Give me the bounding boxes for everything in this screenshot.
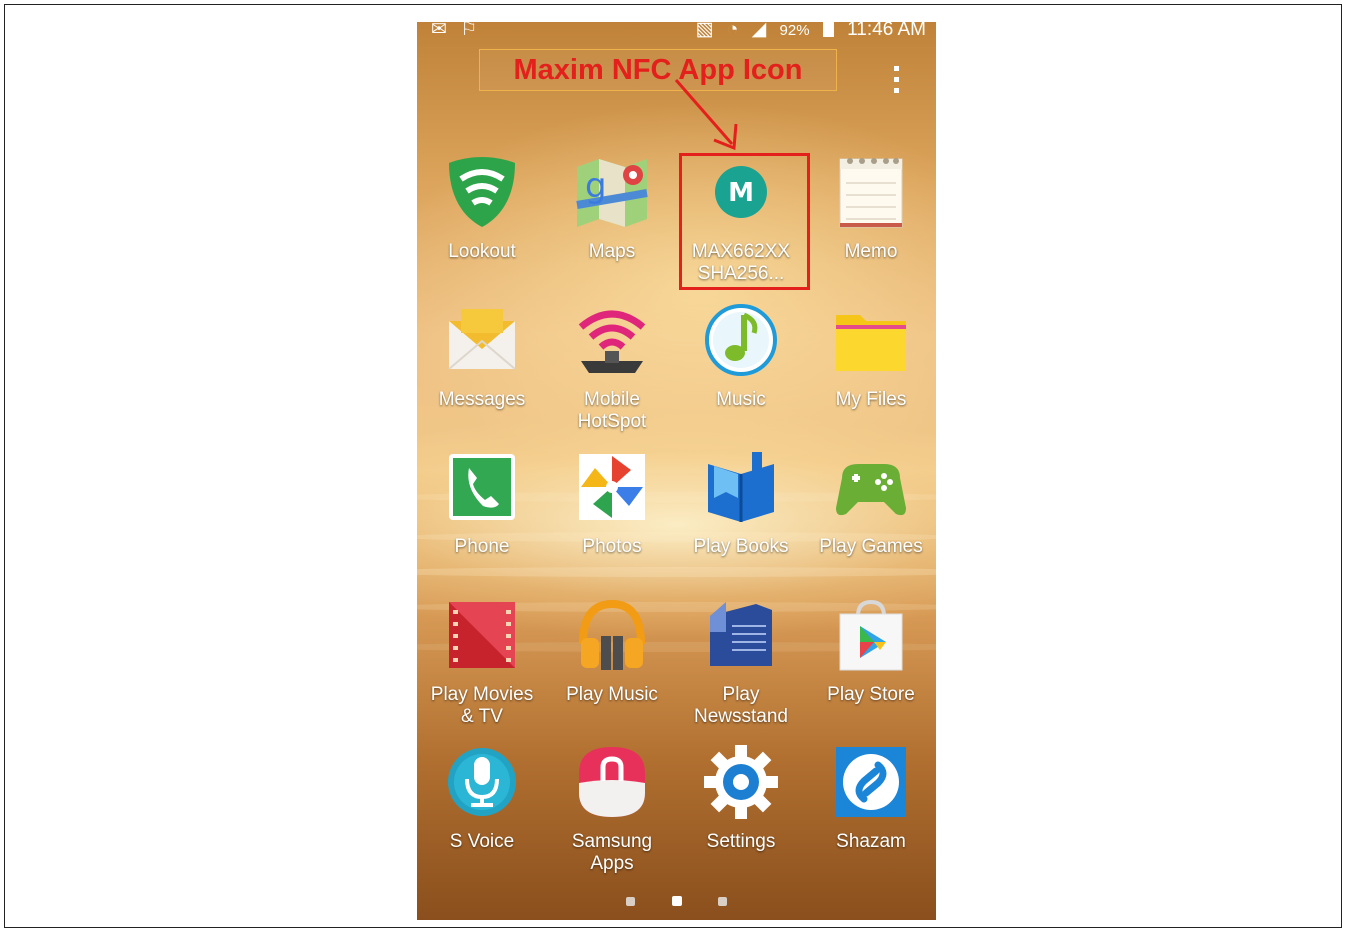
more-options-icon[interactable]	[891, 66, 901, 102]
wifi-icon: ◔	[726, 22, 739, 40]
hotspot-wifi-icon	[573, 301, 651, 379]
maps-icon: g	[573, 153, 651, 231]
headphones-icon	[573, 596, 651, 674]
app-play-music[interactable]: Play Music	[547, 596, 677, 706]
page-dot[interactable]	[626, 897, 635, 906]
newspaper-icon	[702, 596, 780, 674]
tmobile-notification-icon: ⚐	[460, 22, 478, 40]
app-my-files[interactable]: My Files	[806, 301, 936, 411]
annotation-arrow	[674, 79, 738, 151]
app-memo[interactable]: Memo	[806, 153, 936, 263]
shopping-bag-play-icon	[832, 596, 910, 674]
svg-text:g: g	[585, 166, 607, 206]
app-samsung-apps[interactable]: Samsung Apps	[547, 743, 677, 875]
app-settings[interactable]: Settings	[676, 743, 806, 853]
app-s-voice[interactable]: S Voice	[417, 743, 547, 853]
highlight-box	[679, 153, 810, 290]
signal-icon: ◢	[751, 22, 767, 40]
app-label: Music	[716, 389, 766, 410]
app-phone[interactable]: Phone	[417, 448, 547, 558]
app-label: Lookout	[448, 241, 516, 262]
app-messages[interactable]: Messages	[417, 301, 547, 411]
app-shazam[interactable]: Shazam	[806, 743, 936, 853]
nfc-icon: ▧	[695, 22, 714, 40]
app-label: Photos	[582, 536, 642, 557]
app-label: Samsung Apps	[571, 831, 653, 874]
page-dot-active[interactable]	[672, 896, 682, 906]
app-label: Play Books	[693, 536, 789, 557]
app-label: Play Music	[566, 684, 658, 705]
gamepad-icon	[832, 448, 910, 526]
app-mobile-hotspot[interactable]: Mobile HotSpot	[547, 301, 677, 433]
app-label: Shazam	[836, 831, 906, 852]
app-label: Settings	[706, 831, 776, 852]
app-label: Play Newsstand	[694, 684, 788, 727]
app-label: Messages	[438, 389, 526, 410]
email-notification-icon: ✉	[431, 22, 447, 40]
app-label: Phone	[454, 536, 510, 557]
app-play-newsstand[interactable]: Play Newsstand	[676, 596, 806, 728]
envelope-icon	[443, 301, 521, 379]
clock: 11:46 AM	[847, 22, 926, 40]
samsung-bag-icon	[573, 743, 651, 821]
page-dot[interactable]	[718, 897, 727, 906]
memo-notepad-icon	[832, 153, 910, 231]
battery-icon	[822, 22, 834, 37]
film-strip-icon	[443, 596, 521, 674]
pinwheel-icon	[573, 448, 651, 526]
app-play-store[interactable]: Play Store	[806, 596, 936, 706]
app-photos[interactable]: Photos	[547, 448, 677, 558]
status-bar: ✉ ⚐ ▧ ◔ ◢ 92% 11:46 AM	[417, 22, 936, 40]
app-label: Play Movies & TV	[430, 684, 534, 727]
lookout-shield-icon	[443, 153, 521, 231]
folder-icon	[832, 301, 910, 379]
page-indicator	[417, 895, 936, 907]
app-label: Mobile HotSpot	[577, 389, 647, 432]
app-lookout[interactable]: Lookout	[417, 153, 547, 263]
app-play-books[interactable]: Play Books	[676, 448, 806, 558]
app-label: Maps	[588, 241, 636, 262]
music-note-icon	[702, 301, 780, 379]
app-play-movies-tv[interactable]: Play Movies & TV	[417, 596, 547, 728]
app-label: My Files	[835, 389, 907, 410]
app-maps[interactable]: g Maps	[547, 153, 677, 263]
battery-percent: 92%	[779, 22, 810, 39]
app-music[interactable]: Music	[676, 301, 806, 411]
app-label: Memo	[844, 241, 898, 262]
shazam-s-icon	[832, 743, 910, 821]
app-label: Play Games	[819, 536, 923, 557]
app-label: S Voice	[449, 831, 515, 852]
gear-icon	[702, 743, 780, 821]
microphone-icon	[443, 743, 521, 821]
book-icon	[702, 448, 780, 526]
app-play-games[interactable]: Play Games	[806, 448, 936, 558]
annotation-callout: Maxim NFC App Icon	[479, 49, 837, 91]
app-label: Play Store	[827, 684, 915, 705]
phone-handset-icon	[443, 448, 521, 526]
